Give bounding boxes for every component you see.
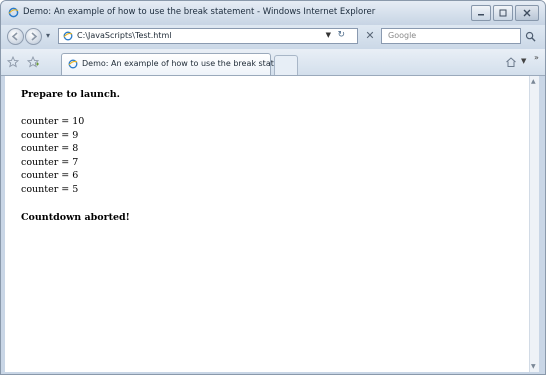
vertical-scrollbar[interactable]: ▲ ▼: [529, 76, 539, 372]
counter-line: counter = 10: [21, 116, 85, 127]
address-bar[interactable]: C:\JavaScripts\Test.html ▼ ↻: [58, 28, 358, 44]
scroll-up-icon[interactable]: ▲: [531, 78, 536, 85]
maximize-icon: [499, 9, 507, 17]
favorites-star-icon[interactable]: [7, 56, 19, 68]
search-input[interactable]: Google: [381, 28, 521, 44]
minimize-button[interactable]: [471, 5, 491, 21]
toolbar-overflow-icon[interactable]: »: [534, 53, 539, 62]
page-content: Prepare to launch. counter = 10 counter …: [5, 76, 539, 372]
window-controls: [469, 5, 539, 21]
search-placeholder: Google: [388, 31, 417, 40]
title-bar: Demo: An example of how to use the break…: [1, 1, 545, 25]
scroll-down-icon[interactable]: ▼: [531, 363, 536, 370]
arrow-right-icon: [31, 32, 38, 41]
close-button[interactable]: [515, 5, 539, 21]
window-title: Demo: An example of how to use the break…: [23, 7, 376, 17]
counter-line: counter = 7: [21, 156, 79, 168]
back-button[interactable]: [7, 28, 24, 45]
counter-line: counter = 8: [21, 143, 79, 154]
home-icon[interactable]: [505, 56, 517, 68]
outro-text: Countdown aborted!: [21, 212, 130, 223]
arrow-left-icon: [11, 32, 18, 41]
tab-label: Demo: An example of how to use the break…: [82, 59, 287, 68]
tab-bar: Demo: An example of how to use the break…: [1, 49, 545, 76]
tab-active[interactable]: Demo: An example of how to use the break…: [61, 53, 286, 75]
search-icon[interactable]: [525, 31, 536, 42]
recent-pages-dropdown-icon[interactable]: ▾: [46, 31, 50, 40]
maximize-button[interactable]: [493, 5, 513, 21]
navigation-bar: ▾ C:\JavaScripts\Test.html ▼ ↻ ✕ Google: [1, 25, 545, 49]
ie-logo-icon: [8, 7, 19, 18]
counter-line: counter = 6: [21, 170, 79, 181]
address-dropdown-icon[interactable]: ▼: [326, 31, 331, 39]
address-text: C:\JavaScripts\Test.html: [77, 31, 172, 40]
forward-button[interactable]: [25, 28, 42, 45]
counter-line: counter = 9: [21, 129, 79, 141]
refresh-icon[interactable]: ↻: [337, 30, 345, 40]
tab-page-icon: [68, 59, 78, 69]
home-dropdown-icon[interactable]: ▼: [521, 57, 526, 65]
page-icon: [63, 31, 73, 41]
intro-text: Prepare to launch.: [21, 89, 120, 100]
minimize-icon: [478, 14, 484, 16]
stop-icon[interactable]: ✕: [363, 29, 377, 43]
counter-line: counter = 5: [21, 183, 79, 195]
add-favorites-icon[interactable]: [27, 56, 39, 68]
close-icon: [523, 9, 531, 17]
browser-window: Demo: An example of how to use the break…: [0, 0, 546, 375]
new-tab-button[interactable]: [274, 55, 298, 75]
